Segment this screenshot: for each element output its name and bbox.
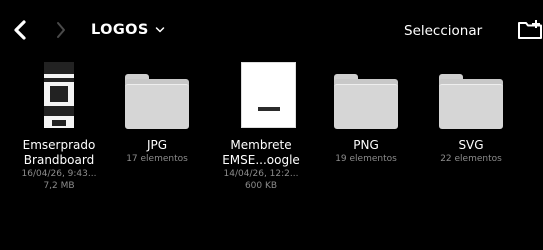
folder-count: 19 elementos bbox=[335, 154, 397, 164]
folder-thumbnail bbox=[423, 62, 519, 129]
folder-thumbnail bbox=[318, 62, 414, 129]
folder-count: 17 elementos bbox=[126, 154, 188, 164]
file-name-line-1: Emserprado bbox=[22, 138, 96, 152]
chevron-down-icon bbox=[155, 27, 164, 33]
file-name-line-2: Brandboard bbox=[23, 153, 95, 167]
folder-name: PNG bbox=[353, 138, 379, 152]
select-button[interactable]: Seleccionar bbox=[404, 20, 482, 42]
file-size: 600 KB bbox=[244, 181, 278, 191]
folder-thumbnail bbox=[109, 62, 205, 129]
folder-title-text: LOGOS bbox=[91, 22, 149, 38]
file-item-membrete[interactable]: Membrete EMSE...oogle 14/04/26, 12:2... … bbox=[213, 62, 309, 222]
file-item-emserprado-brandboard[interactable]: Emserprado Brandboard 16/04/26, 9:43... … bbox=[11, 62, 107, 222]
folder-title[interactable]: LOGOS bbox=[91, 18, 165, 42]
file-size: 7,2 MB bbox=[43, 181, 75, 191]
chevron-right-icon bbox=[57, 22, 65, 38]
folder-icon bbox=[439, 74, 503, 129]
chevron-left-icon bbox=[14, 20, 26, 40]
pdf-thumbnail bbox=[213, 62, 309, 128]
new-folder-button[interactable] bbox=[517, 18, 543, 42]
file-date: 16/04/26, 9:43... bbox=[21, 169, 97, 179]
folder-item-png[interactable]: PNG 19 elementos bbox=[318, 62, 414, 222]
toolbar: LOGOS Seleccionar bbox=[0, 0, 543, 60]
folder-icon bbox=[334, 74, 398, 129]
folder-item-svg[interactable]: SVG 22 elementos bbox=[423, 62, 519, 222]
folder-count: 22 elementos bbox=[440, 154, 502, 164]
folder-name: SVG bbox=[458, 138, 484, 152]
file-name-line-1: Membrete bbox=[230, 138, 292, 152]
file-grid: Emserprado Brandboard 16/04/26, 9:43... … bbox=[0, 62, 543, 250]
folder-name: JPG bbox=[146, 138, 168, 152]
document-icon bbox=[44, 62, 74, 128]
document-thumbnail bbox=[11, 62, 107, 128]
folder-icon bbox=[125, 74, 189, 129]
back-button[interactable] bbox=[8, 17, 32, 43]
folder-item-jpg[interactable]: JPG 17 elementos bbox=[109, 62, 205, 222]
file-date: 14/04/26, 12:2... bbox=[223, 169, 299, 179]
folder-plus-icon bbox=[518, 20, 542, 39]
forward-button[interactable] bbox=[49, 17, 73, 43]
pdf-document-icon bbox=[241, 62, 296, 128]
file-name-line-2: EMSE...oogle bbox=[222, 153, 300, 167]
